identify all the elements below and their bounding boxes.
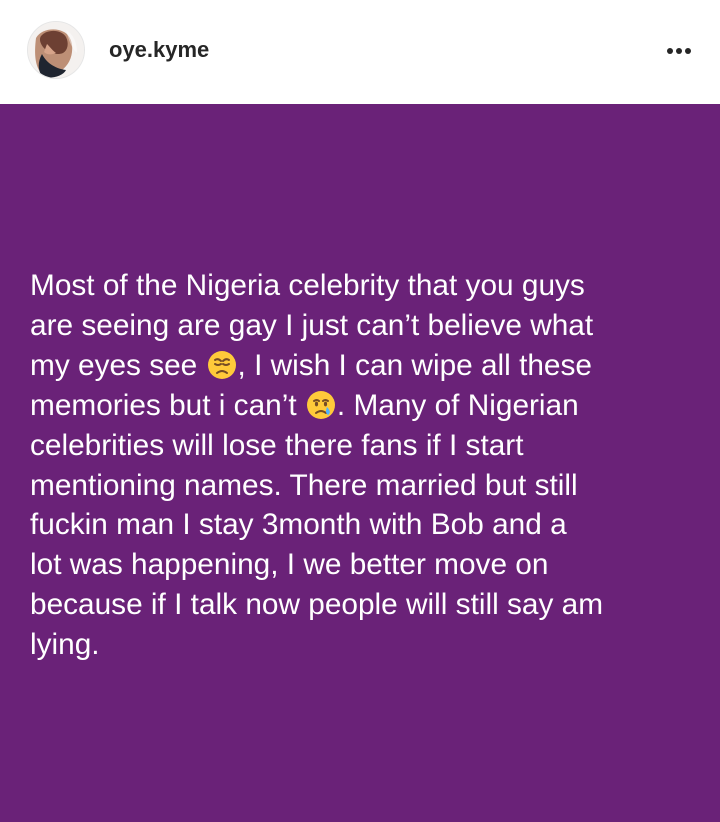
crying-face-emoji-icon — [306, 390, 336, 420]
profile-avatar[interactable] — [27, 21, 85, 79]
username[interactable]: oye.kyme — [109, 37, 209, 63]
profile-photo-icon — [28, 22, 84, 78]
post-caption-text: Most of the Nigeria celebrity that you g… — [30, 266, 702, 665]
more-options-icon — [667, 48, 691, 54]
post-text-segment-3: . Many of Nigerian celebrities will lose… — [30, 388, 604, 662]
disappointed-face-emoji-icon — [207, 350, 237, 380]
post-image: Most of the Nigeria celebrity that you g… — [0, 104, 720, 822]
more-options-button[interactable] — [662, 36, 696, 66]
post-header: oye.kyme — [0, 0, 720, 104]
